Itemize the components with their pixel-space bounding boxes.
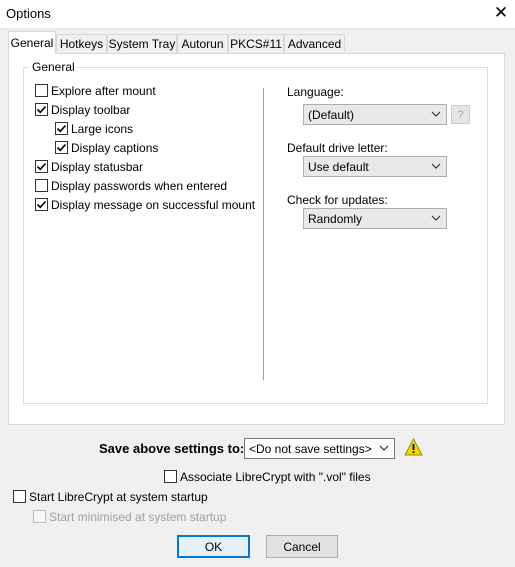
language-help-button[interactable]: ? [451,105,470,124]
tab-hotkeys[interactable]: Hotkeys [56,34,107,53]
tab-system-tray[interactable]: System Tray [107,34,177,53]
check-icon [36,105,47,114]
close-icon[interactable]: ✕ [488,1,514,25]
drive-letter-label: Default drive letter: [287,141,388,155]
drive-letter-select[interactable]: Use default [303,156,447,177]
check-icon [36,200,47,209]
chevron-down-icon [431,163,441,169]
display-statusbar-checkbox[interactable] [35,160,48,173]
start-minimised-checkbox[interactable] [33,510,46,523]
chevron-down-icon [379,445,389,451]
cancel-button[interactable]: Cancel [266,535,338,558]
display-captions-checkbox[interactable] [55,141,68,154]
associate-vol-checkbox[interactable] [164,470,177,483]
warning-icon [404,438,423,456]
check-icon [56,124,67,133]
save-settings-value: <Do not save settings> [249,441,372,456]
ok-button[interactable]: OK [177,535,250,558]
check-icon [56,143,67,152]
display-toolbar-label: Display toolbar [51,103,131,117]
group-title: General [29,60,78,74]
explore-after-mount-label: Explore after mount [51,84,156,98]
drive-letter-value: Use default [308,159,369,174]
vertical-divider [263,88,264,380]
start-minimised-label: Start minimised at system startup [49,510,227,524]
updates-value: Randomly [308,211,363,226]
chevron-down-icon [431,111,441,117]
tab-pkcs11[interactable]: PKCS#11 [228,34,284,53]
chevron-down-icon [431,215,441,221]
check-icon [36,162,47,171]
display-passwords-label: Display passwords when entered [51,179,228,193]
display-toolbar-checkbox[interactable] [35,103,48,116]
save-settings-select[interactable]: <Do not save settings> [244,438,395,459]
window-title: Options [6,6,51,21]
display-mount-message-checkbox[interactable] [35,198,48,211]
large-icons-checkbox[interactable] [55,122,68,135]
language-label: Language: [287,85,344,99]
associate-vol-label: Associate LibreCrypt with ".vol" files [180,470,371,484]
large-icons-label: Large icons [71,122,134,136]
save-settings-label: Save above settings to: [99,441,245,456]
explore-after-mount-checkbox[interactable] [35,84,48,97]
tab-autorun[interactable]: Autorun [177,34,228,53]
display-mount-message-label: Display message on successful mount [51,198,256,212]
updates-label: Check for updates: [287,193,388,207]
display-passwords-checkbox[interactable] [35,179,48,192]
start-at-startup-label: Start LibreCrypt at system startup [29,490,208,504]
start-at-startup-checkbox[interactable] [13,490,26,503]
display-statusbar-label: Display statusbar [51,160,144,174]
language-select[interactable]: (Default) [303,104,447,125]
tab-general[interactable]: General [8,31,56,54]
title-bar [0,0,515,29]
language-value: (Default) [308,107,355,122]
tab-advanced[interactable]: Advanced [284,34,345,53]
display-captions-label: Display captions [71,141,159,155]
updates-select[interactable]: Randomly [303,208,447,229]
